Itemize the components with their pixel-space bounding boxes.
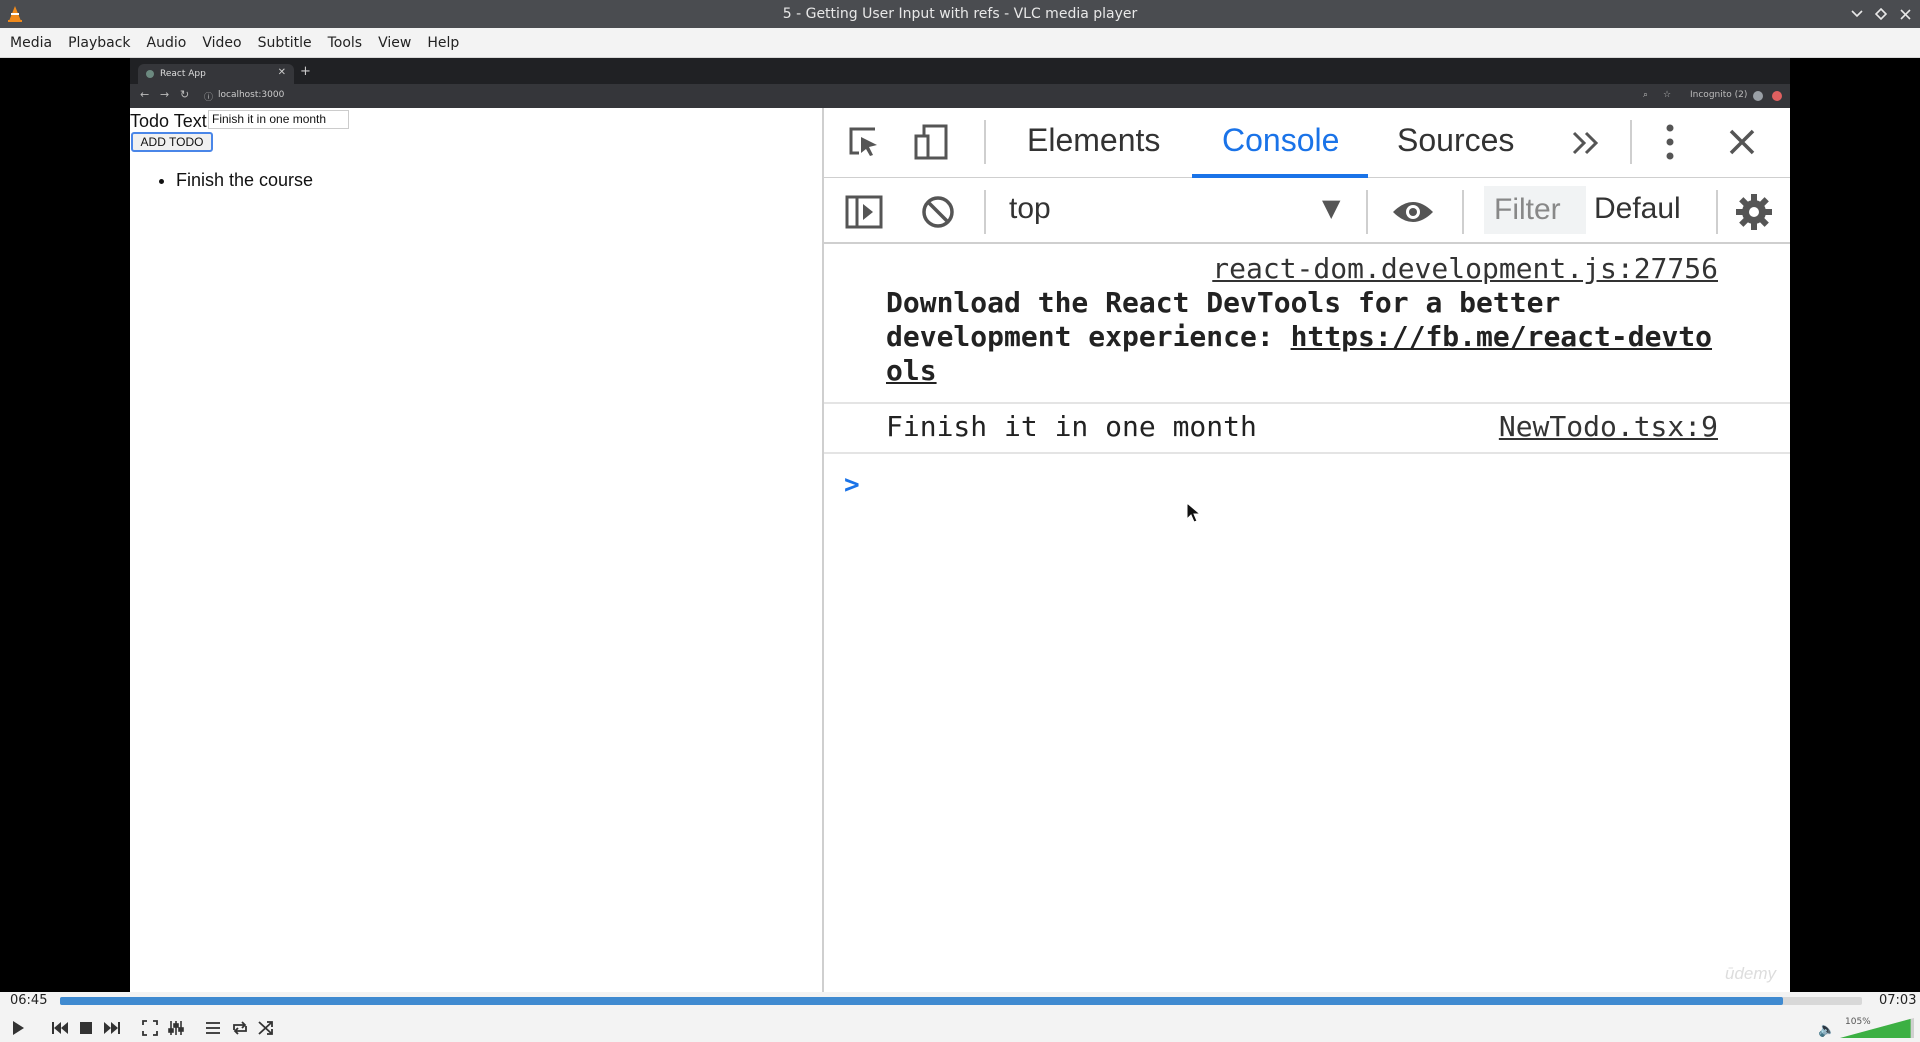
- back-icon: ←: [140, 88, 150, 101]
- star-icon: ☆: [1663, 90, 1672, 100]
- context-selector: top: [1009, 192, 1051, 225]
- tab-elements: Elements: [1027, 122, 1161, 158]
- incognito-label: Incognito (2): [1690, 90, 1748, 100]
- playlist-button[interactable]: [201, 1016, 225, 1040]
- reload-icon: ↻: [180, 88, 190, 101]
- volume-slider[interactable]: [1840, 1018, 1914, 1038]
- close-icon[interactable]: [1895, 4, 1915, 24]
- video-area[interactable]: React App ✕ + ← → ↻ ⓘ localhost:3000 ⌕ ☆…: [0, 58, 1920, 992]
- message-source-link: react-dom.development.js:27756: [1212, 252, 1718, 285]
- stop-button[interactable]: [74, 1016, 98, 1040]
- browser-tab: React App ✕: [138, 64, 294, 84]
- browser-address-bar: ← → ↻ ⓘ localhost:3000 ⌕ ☆ Incognito (2): [130, 84, 1790, 108]
- message-line: Download the React DevTools for a better: [886, 286, 1561, 319]
- total-time: 07:03: [1879, 993, 1917, 1008]
- devtools-close-icon: [1724, 124, 1760, 160]
- volume-level: [1840, 1018, 1911, 1038]
- zoom-icon: ⌕: [1643, 90, 1649, 100]
- devtools-tab-bar: Elements Console Sources: [824, 108, 1790, 178]
- menu-media[interactable]: Media: [2, 28, 60, 58]
- browser-tab-strip: React App ✕ +: [130, 58, 1790, 84]
- todo-item: Finish the course: [176, 170, 313, 191]
- forward-icon: →: [160, 88, 170, 101]
- menu-playback[interactable]: Playback: [60, 28, 138, 58]
- next-button[interactable]: [100, 1016, 124, 1040]
- eye-icon: [1390, 194, 1436, 230]
- shuffle-button[interactable]: [254, 1016, 278, 1040]
- elapsed-time: 06:45: [10, 993, 48, 1008]
- maximize-icon[interactable]: [1871, 4, 1891, 24]
- menu-view[interactable]: View: [370, 28, 419, 58]
- console-prompt-icon: >: [844, 470, 860, 500]
- kebab-menu-icon: [1660, 122, 1680, 162]
- react-devtools-link: https://fb.me/react-devto: [1290, 320, 1713, 353]
- inspect-element-icon: [844, 122, 884, 162]
- add-todo-button: ADD TODO: [131, 132, 213, 152]
- menu-audio[interactable]: Audio: [139, 28, 195, 58]
- seek-slider[interactable]: [60, 997, 1862, 1005]
- favicon-icon: [146, 70, 154, 78]
- chevron-down-icon: ▼: [1322, 194, 1341, 222]
- mouse-cursor-icon: [1186, 502, 1202, 523]
- new-tab-icon: +: [300, 64, 311, 79]
- profile-avatar-icon: [1753, 91, 1763, 101]
- console-message: Finish it in one month NewTodo.tsx:9: [824, 404, 1790, 454]
- udemy-watermark: ūdemy: [1725, 964, 1777, 983]
- message-source-link: NewTodo.tsx:9: [1498, 410, 1718, 443]
- menu-bar: Media Playback Audio Video Subtitle Tool…: [0, 28, 1920, 58]
- react-app-page: Todo Text Finish it in one month ADD TOD…: [130, 108, 822, 992]
- speaker-icon[interactable]: 🔈: [1818, 1022, 1835, 1038]
- title-bar: 5 - Getting User Input with refs - VLC m…: [0, 0, 1920, 28]
- player-controls: 06:45 07:03 🔈 105%: [0, 992, 1920, 1042]
- tab-console: Console: [1222, 122, 1340, 158]
- message-line: development experience: https://fb.me/re…: [886, 320, 1712, 354]
- previous-button[interactable]: [48, 1016, 72, 1040]
- fullscreen-button[interactable]: [138, 1016, 162, 1040]
- todo-text-input: Finish it in one month: [208, 110, 349, 129]
- sidebar-toggle-icon: [844, 192, 884, 232]
- message-text: development experience:: [886, 320, 1291, 353]
- minimize-icon[interactable]: [1847, 4, 1867, 24]
- seek-progress: [60, 997, 1783, 1005]
- vlc-cone-icon: [8, 6, 22, 22]
- message-line: ols: [886, 354, 937, 388]
- message-text: Finish it in one month: [886, 410, 1257, 443]
- loop-button[interactable]: [228, 1016, 252, 1040]
- browser-tab-title: React App: [160, 69, 206, 79]
- gear-icon: [1734, 192, 1774, 232]
- clear-console-icon: [918, 192, 958, 232]
- console-filter-input: Filter: [1484, 186, 1586, 234]
- video-frame: React App ✕ + ← → ↻ ⓘ localhost:3000 ⌕ ☆…: [130, 58, 1790, 992]
- device-toolbar-icon: [912, 122, 952, 162]
- console-message: react-dom.development.js:27756 Download …: [824, 244, 1790, 404]
- tab-close-icon: ✕: [277, 67, 286, 78]
- react-devtools-link-cont: ols: [886, 354, 937, 387]
- menu-help[interactable]: Help: [419, 28, 467, 58]
- menu-tools[interactable]: Tools: [320, 28, 371, 58]
- log-levels-dropdown: Defaul: [1594, 192, 1681, 225]
- info-icon: ⓘ: [204, 93, 214, 103]
- devtools-panel: Elements Console Sources top ▼ Filter De…: [822, 108, 1790, 992]
- menu-video[interactable]: Video: [194, 28, 249, 58]
- more-tabs-icon: [1568, 126, 1602, 160]
- play-button[interactable]: [6, 1016, 30, 1040]
- window-title: 5 - Getting User Input with refs - VLC m…: [782, 6, 1138, 22]
- extended-settings-button[interactable]: [164, 1016, 188, 1040]
- menu-dot-icon: [1772, 91, 1782, 101]
- browser-url: localhost:3000: [218, 90, 285, 100]
- todo-text-label: Todo Text: [130, 111, 207, 131]
- menu-subtitle[interactable]: Subtitle: [250, 28, 320, 58]
- todo-list: Finish the course: [160, 170, 313, 191]
- tab-sources: Sources: [1397, 122, 1515, 158]
